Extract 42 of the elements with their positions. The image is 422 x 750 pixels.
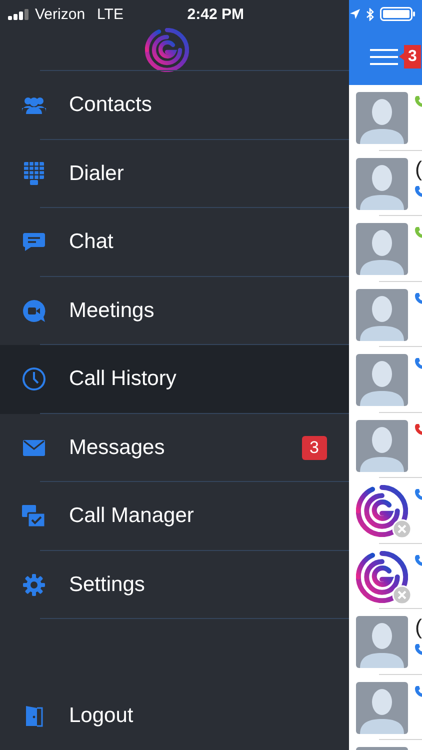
avatar-icon [356, 354, 408, 406]
avatar-icon [356, 420, 408, 472]
network-type: LTE [97, 6, 124, 22]
menu-item[interactable]: Dialer [0, 140, 349, 208]
location-icon [350, 9, 360, 19]
contact-name: ( [415, 616, 422, 640]
door-icon [25, 704, 43, 727]
avatar-icon [356, 288, 408, 340]
avatar-icon [356, 158, 408, 210]
avatar-icon [356, 223, 408, 275]
checklist-icon [22, 505, 46, 528]
avatar-icon [356, 616, 408, 668]
count-badge: 3 [302, 436, 327, 460]
menu-item[interactable]: Logout [0, 682, 349, 750]
battery-icon [380, 7, 416, 21]
avatar-icon [356, 92, 408, 144]
avatar-icon [356, 682, 408, 734]
app-logo [145, 28, 189, 72]
remove-icon[interactable] [392, 584, 412, 604]
clock-time: 2:42 PM [187, 6, 244, 22]
logo-avatar [356, 485, 408, 537]
menu-item[interactable]: Contacts [0, 71, 349, 140]
carrier-name: Verizon [35, 6, 86, 22]
menu-item[interactable]: Call History [0, 345, 349, 414]
contacts-icon [22, 96, 46, 114]
menu-item[interactable]: Chat [0, 208, 349, 276]
menu-icon[interactable] [370, 48, 398, 64]
menu-item[interactable]: Meetings [0, 276, 349, 345]
remove-icon[interactable] [392, 519, 412, 539]
envelope-icon [23, 440, 45, 456]
chat-icon [23, 232, 45, 252]
keypad-icon [24, 162, 44, 186]
menu-item[interactable]: Call Manager [0, 482, 349, 550]
contact-name: ( [415, 158, 422, 182]
logo-avatar [356, 550, 408, 602]
signal-icon [8, 8, 30, 20]
bluetooth-icon [366, 8, 374, 20]
video-chat-icon [22, 298, 46, 323]
notification-badge: 3 [399, 44, 421, 68]
clock-icon [22, 367, 46, 392]
menu-item[interactable]: Messages 3 [0, 414, 349, 482]
menu-item[interactable]: Settings [0, 550, 349, 619]
